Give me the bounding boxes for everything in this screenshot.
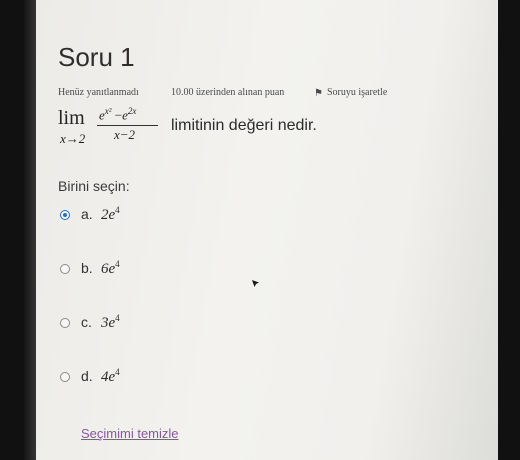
question-title: Soru 1	[58, 42, 135, 72]
option-letter: b.	[81, 260, 93, 276]
limit-subscript: x→2	[60, 131, 86, 146]
question-text: limitinin değeri nedir.	[171, 117, 317, 134]
radio-button[interactable]	[60, 264, 70, 274]
option-value: 6e4	[101, 259, 120, 277]
limit-numerator: ex² −e2x	[99, 106, 137, 123]
clear-selection-link[interactable]: Seçimimi temizle	[81, 426, 179, 441]
radio-button[interactable]	[60, 372, 70, 382]
radio-button[interactable]	[60, 318, 70, 328]
option-letter: c.	[81, 314, 92, 330]
answer-prompt: Birini seçin:	[58, 178, 130, 194]
option-letter: d.	[81, 368, 93, 384]
question-points: 10.00 üzerinden alınan puan	[171, 87, 285, 98]
mouse-cursor-icon	[252, 280, 259, 287]
flag-question-link[interactable]: Soruyu işaretle	[327, 87, 387, 98]
option-letter: a.	[81, 206, 93, 222]
option-value: 4e4	[101, 367, 120, 385]
fraction-bar	[97, 125, 158, 126]
question-status: Henüz yanıtlanmadı	[58, 87, 139, 98]
limit-symbol: lim	[58, 107, 85, 129]
option-value: 3e4	[101, 313, 120, 331]
option-value: 2e4	[101, 205, 120, 223]
radio-button[interactable]	[60, 210, 70, 220]
limit-denominator: x−2	[114, 127, 136, 142]
flag-icon[interactable]: ⚑	[314, 88, 323, 99]
